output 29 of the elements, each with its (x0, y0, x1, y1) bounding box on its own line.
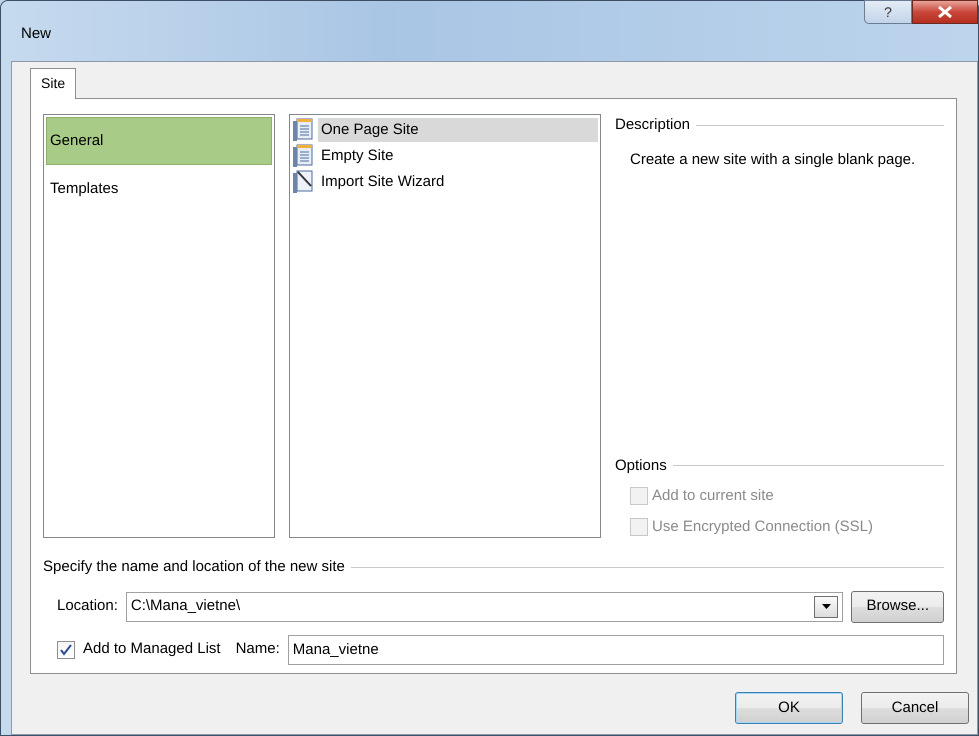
name-field[interactable]: Mana_vietne (288, 634, 944, 664)
section-heading: Options (615, 454, 944, 477)
document-icon (292, 118, 314, 142)
ok-button[interactable]: OK (735, 692, 843, 724)
close-icon (938, 6, 952, 18)
checkbox-label: Add to Managed List (83, 639, 221, 660)
cancel-button[interactable]: Cancel (861, 692, 969, 724)
tab[interactable]: Site (30, 68, 76, 99)
site-type-item[interactable]: Import Site Wizard (318, 170, 598, 194)
site-type-item[interactable]: Empty Site (318, 144, 598, 168)
section-heading: Specify the name and location of the new site (43, 556, 944, 578)
help-button[interactable]: ? (864, 0, 912, 24)
checkbox-label: Use Encrypted Connection (SSL) (652, 516, 873, 536)
browse-button[interactable]: Browse... (851, 590, 944, 622)
category-item[interactable]: Templates (46, 165, 272, 213)
site-type-item[interactable]: One Page Site (318, 118, 598, 142)
checkbox[interactable] (57, 640, 75, 658)
checkbox-label: Add to current site (652, 486, 774, 506)
wizard-document-icon (292, 170, 314, 194)
category-item[interactable]: General (46, 117, 272, 165)
field-label: Name: (236, 639, 280, 660)
location-combo-box[interactable]: C:\Mana_vietne\ (126, 592, 844, 622)
document-icon (292, 144, 314, 168)
field-label: Location: (57, 596, 118, 616)
close-button[interactable] (912, 0, 978, 24)
description-text: Create a new site with a single blank page. (630, 150, 916, 170)
window-title: New (21, 24, 52, 44)
dropdown-arrow-icon (822, 604, 831, 609)
section-heading: Description (615, 114, 944, 136)
